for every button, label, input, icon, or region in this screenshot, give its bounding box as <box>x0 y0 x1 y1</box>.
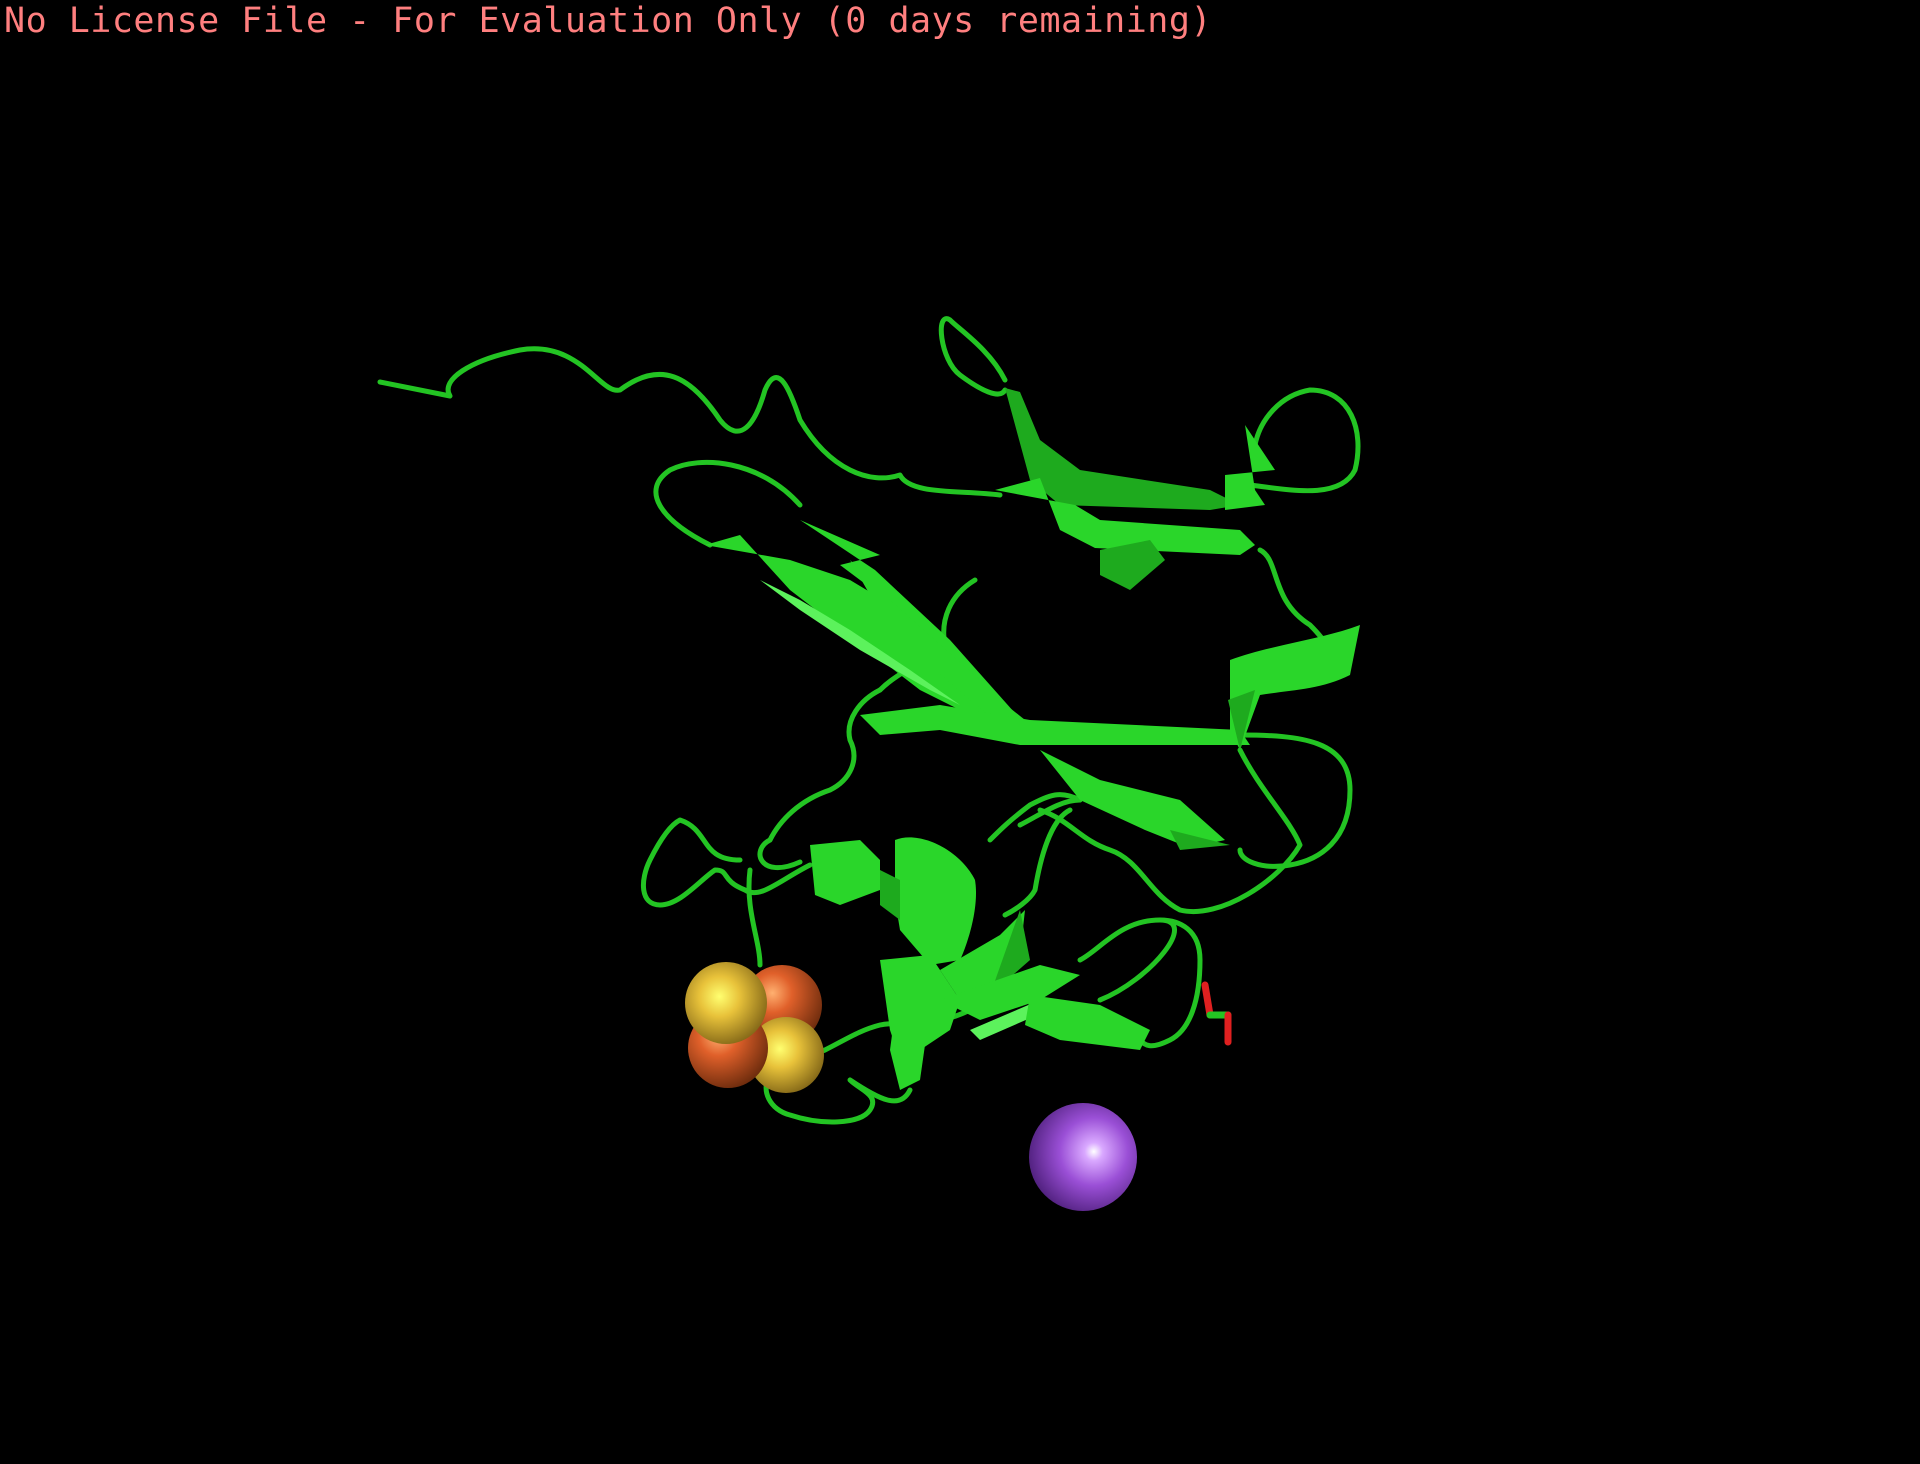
protein-structure-render[interactable] <box>0 0 1920 1464</box>
molecular-viewer-canvas[interactable]: No License File - For Evaluation Only (0… <box>0 0 1920 1464</box>
ligand-stick <box>1201 981 1232 1046</box>
iron-sulfur-cluster <box>685 962 824 1093</box>
sulfur-atom <box>685 962 767 1044</box>
metal-ion-sphere <box>1029 1103 1137 1211</box>
